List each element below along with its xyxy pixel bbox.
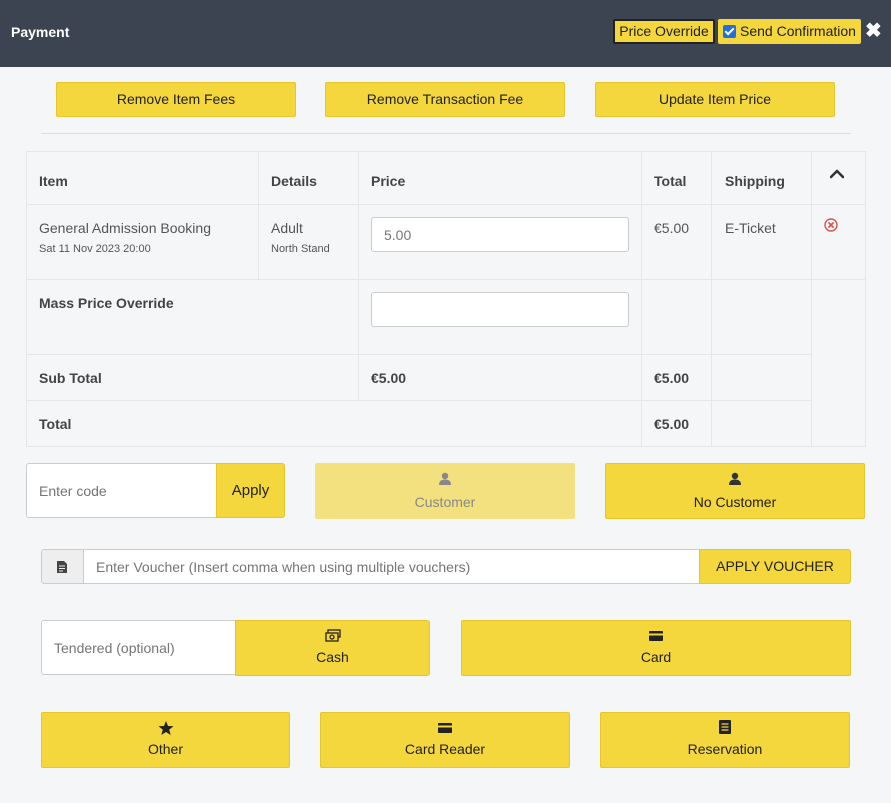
item-price-input[interactable] — [371, 217, 629, 252]
column-divider — [811, 151, 812, 447]
card-label: Card — [640, 649, 672, 665]
send-confirmation-label: Send Confirmation — [740, 23, 856, 39]
cash-icon — [324, 629, 341, 642]
column-header-item: Item — [39, 173, 68, 189]
column-header-details: Details — [271, 173, 317, 189]
item-details-sub: North Stand — [271, 243, 330, 255]
column-divider — [711, 151, 712, 447]
mass-price-override-label: Mass Price Override — [39, 295, 174, 311]
item-shipping: E-Ticket — [725, 220, 776, 236]
card-reader-label: Card Reader — [404, 741, 486, 757]
code-input[interactable] — [26, 463, 218, 518]
document-icon — [57, 561, 67, 573]
subtotal-price: €5.00 — [371, 370, 407, 386]
send-confirmation-checkbox[interactable] — [723, 25, 736, 38]
customer-label: Customer — [414, 494, 476, 510]
reservation-button[interactable]: Reservation — [600, 712, 850, 768]
modal-title: Payment — [11, 24, 70, 40]
remove-item-fees-button[interactable]: Remove Item Fees — [56, 82, 296, 117]
star-icon — [158, 721, 173, 735]
column-divider — [358, 355, 359, 401]
column-divider — [258, 151, 259, 280]
card-button[interactable]: Card — [461, 620, 851, 676]
remove-transaction-fee-button[interactable]: Remove Transaction Fee — [325, 82, 565, 117]
divider — [41, 133, 851, 134]
total-label: Total — [39, 416, 72, 432]
no-customer-label: No Customer — [693, 494, 777, 510]
close-icon[interactable]: ✖ — [865, 20, 882, 42]
subtotal-total: €5.00 — [654, 370, 690, 386]
reservation-label: Reservation — [687, 741, 763, 757]
card-icon — [649, 631, 663, 641]
item-date: Sat 11 Nov 2023 20:00 — [39, 243, 151, 255]
apply-voucher-button[interactable]: APPLY VOUCHER — [699, 549, 851, 584]
mass-price-override-input[interactable] — [371, 292, 629, 327]
clipboard-icon — [719, 720, 731, 734]
column-header-price: Price — [371, 173, 406, 189]
column-header-total: Total — [654, 173, 687, 189]
price-override-button[interactable]: Price Override — [613, 19, 715, 44]
column-divider — [641, 151, 642, 447]
update-item-price-button[interactable]: Update Item Price — [595, 82, 835, 117]
remove-icon[interactable] — [824, 218, 838, 232]
row-divider — [26, 204, 866, 205]
subtotal-label: Sub Total — [39, 370, 102, 386]
card-reader-button[interactable]: Card Reader — [320, 712, 570, 768]
user-icon — [439, 472, 451, 485]
voucher-icon-box — [41, 549, 84, 584]
other-label: Other — [147, 741, 183, 757]
total-value: €5.00 — [654, 416, 690, 432]
column-header-shipping: Shipping — [725, 173, 785, 189]
row-divider — [26, 400, 811, 401]
other-button[interactable]: Other — [41, 712, 290, 768]
cash-label: Cash — [316, 649, 349, 665]
voucher-input[interactable] — [83, 549, 701, 584]
send-confirmation-toggle[interactable]: Send Confirmation — [718, 19, 861, 44]
tendered-input[interactable] — [41, 620, 237, 675]
cash-button[interactable]: Cash — [235, 620, 430, 676]
apply-code-button[interactable]: Apply — [216, 463, 285, 518]
modal-header: Payment Price Override Send Confirmation… — [0, 0, 891, 67]
item-total: €5.00 — [654, 220, 690, 236]
customer-button[interactable]: Customer — [315, 463, 575, 519]
item-name: General Admission Booking — [39, 220, 211, 236]
user-icon — [729, 472, 741, 485]
column-divider — [358, 151, 359, 355]
no-customer-button[interactable]: No Customer — [605, 463, 865, 519]
item-details: Adult — [271, 220, 303, 236]
card-icon — [438, 723, 452, 733]
row-divider — [26, 279, 866, 280]
row-divider — [26, 354, 811, 355]
chevron-up-icon[interactable] — [830, 167, 844, 181]
